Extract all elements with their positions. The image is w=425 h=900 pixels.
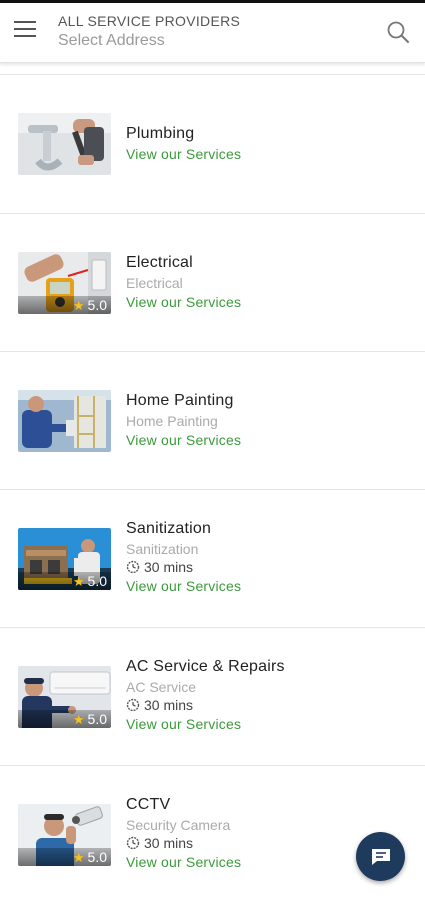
service-category: AC Service: [126, 679, 197, 695]
service-duration: 30 mins: [126, 835, 241, 851]
service-name: CCTV: [126, 796, 171, 813]
service-card-sanitization[interactable]: ★ 5.0 Sanitization Sanitization 30 mins V…: [0, 490, 425, 628]
service-category: Electrical: [126, 275, 183, 291]
page-title: ALL SERVICE PROVIDERS: [58, 13, 241, 29]
view-services-link[interactable]: View our Services: [126, 294, 241, 310]
chat-icon: [371, 848, 390, 865]
cctv-thumbnail: ★ 5.0: [18, 804, 111, 866]
electrical-thumbnail: ★ 5.0: [18, 252, 111, 314]
service-info: CCTV Security Camera 30 mins View our Se…: [126, 796, 241, 870]
plumbing-thumbnail: [18, 113, 111, 175]
service-card-electrical[interactable]: ★ 5.0 Electrical Electrical View our Serv…: [0, 214, 425, 352]
app-header: ALL SERVICE PROVIDERS Select Address: [0, 3, 425, 63]
service-name: AC Service & Repairs: [126, 658, 285, 675]
hamburger-icon[interactable]: [14, 21, 40, 45]
address-selector[interactable]: Select Address: [58, 32, 240, 50]
service-info: Plumbing View our Services: [126, 125, 241, 162]
service-info: Sanitization Sanitization 30 mins View o…: [126, 520, 241, 594]
view-services-link[interactable]: View our Services: [126, 854, 241, 870]
header-text[interactable]: ALL SERVICE PROVIDERS Select Address: [58, 13, 240, 50]
rating-value: 5.0: [87, 711, 107, 727]
rating-badge: ★ 5.0: [18, 572, 111, 590]
service-category: Sanitization: [126, 541, 199, 557]
service-card-home-painting[interactable]: Home Painting Home Painting View our Ser…: [0, 352, 425, 490]
service-duration: 30 mins: [126, 559, 241, 575]
star-icon: ★: [72, 712, 85, 727]
service-name: Plumbing: [126, 125, 195, 142]
rating-badge: ★ 5.0: [18, 848, 111, 866]
star-icon: ★: [72, 298, 85, 313]
star-icon: ★: [72, 574, 85, 589]
search-icon[interactable]: [385, 19, 411, 45]
service-info: Home Painting Home Painting View our Ser…: [126, 392, 241, 448]
clock-icon: [126, 698, 140, 712]
view-services-link[interactable]: View our Services: [126, 578, 241, 594]
service-duration: 30 mins: [126, 697, 285, 713]
sanitization-thumbnail: ★ 5.0: [18, 528, 111, 590]
service-category: Security Camera: [126, 817, 231, 833]
view-services-link[interactable]: View our Services: [126, 146, 241, 162]
service-name: Home Painting: [126, 392, 234, 409]
service-category: Home Painting: [126, 413, 218, 429]
duration-text: 30 mins: [144, 697, 194, 713]
service-name: Sanitization: [126, 520, 212, 537]
rating-badge: ★ 5.0: [18, 710, 111, 728]
rating-value: 5.0: [87, 573, 107, 589]
clock-icon: [126, 560, 140, 574]
service-card-plumbing[interactable]: Plumbing View our Services: [0, 75, 425, 214]
star-icon: ★: [72, 850, 85, 865]
service-info: Electrical Electrical View our Services: [126, 254, 241, 310]
home-painting-thumbnail: [18, 390, 111, 452]
ac-service-thumbnail: ★ 5.0: [18, 666, 111, 728]
rating-value: 5.0: [87, 849, 107, 865]
duration-text: 30 mins: [144, 835, 194, 851]
rating-badge: ★ 5.0: [18, 296, 111, 314]
service-info: AC Service & Repairs AC Service 30 mins …: [126, 658, 285, 732]
service-card-cctv[interactable]: ★ 5.0 CCTV Security Camera 30 mins View o…: [0, 766, 425, 900]
rating-value: 5.0: [87, 297, 107, 313]
view-services-link[interactable]: View our Services: [126, 716, 285, 732]
view-services-link[interactable]: View our Services: [126, 432, 241, 448]
service-list: Plumbing View our Services ★ 5.0 Electric…: [0, 74, 425, 900]
service-name: Electrical: [126, 254, 193, 271]
chat-button[interactable]: [356, 832, 405, 881]
clock-icon: [126, 836, 140, 850]
duration-text: 30 mins: [144, 559, 194, 575]
service-card-ac-service[interactable]: ★ 5.0 AC Service & Repairs AC Service 30 …: [0, 628, 425, 766]
